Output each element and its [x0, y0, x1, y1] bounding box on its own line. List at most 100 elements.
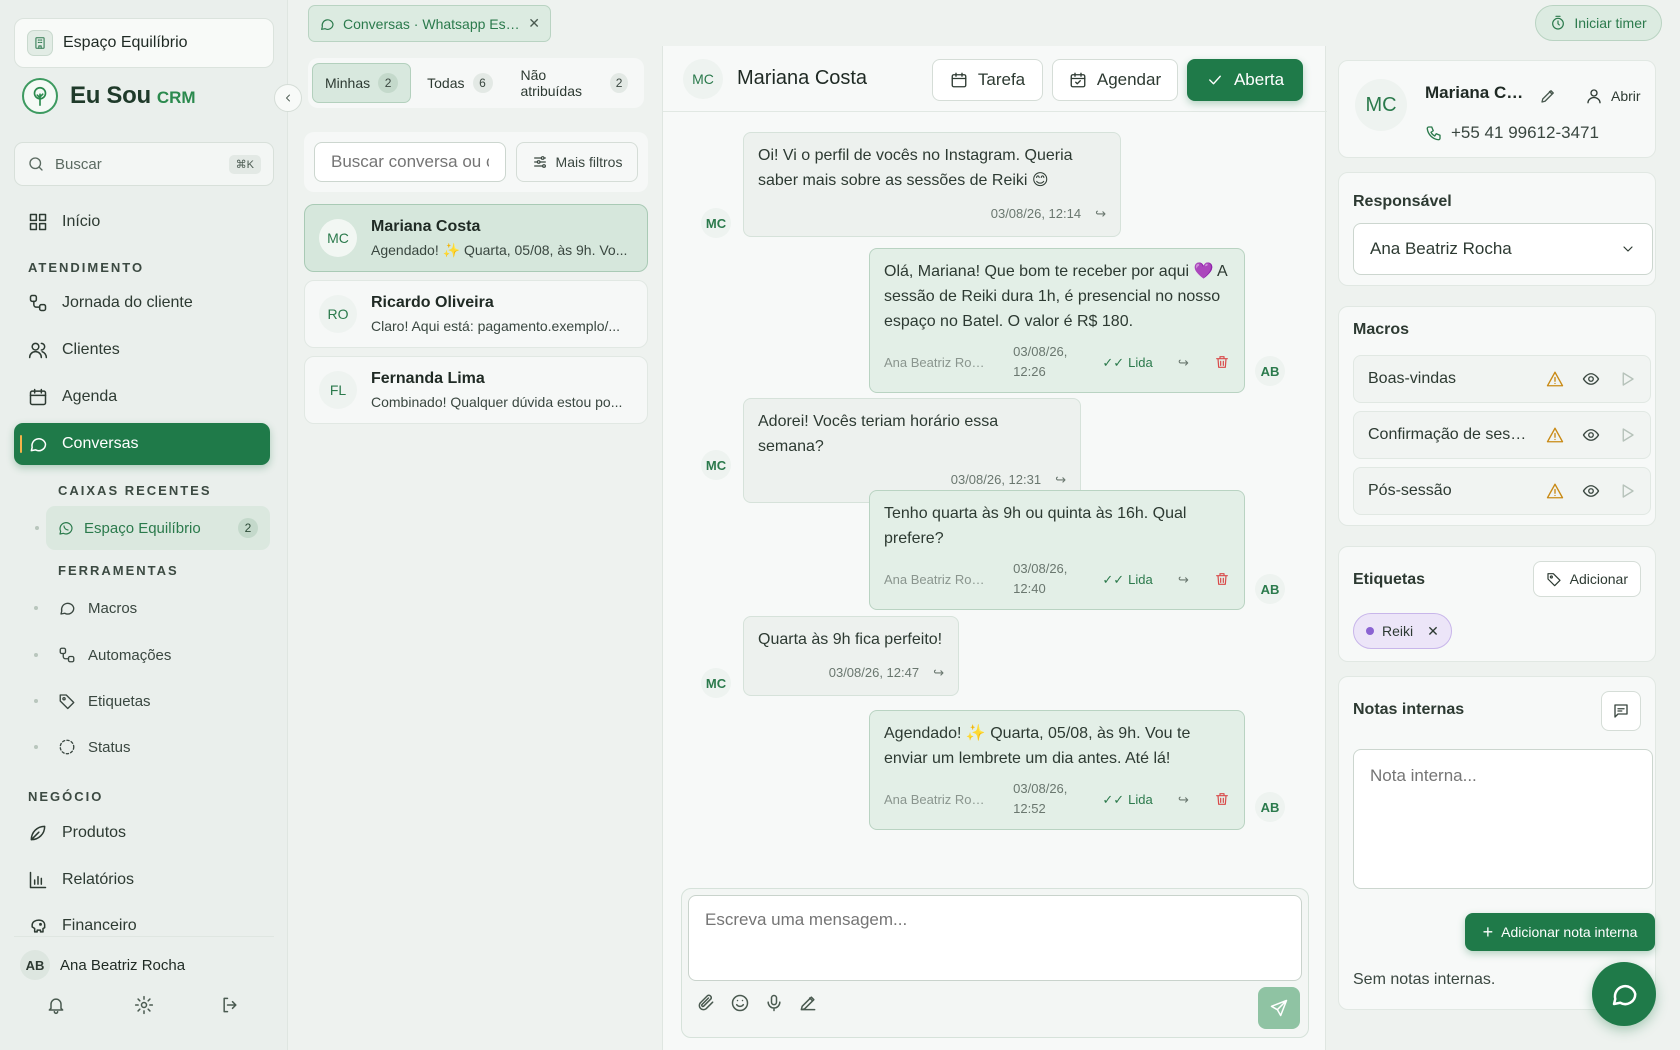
recent-inbox-item[interactable]: Espaço Equilíbrio 2	[46, 506, 270, 550]
macro-label: Boas-vindas	[1368, 370, 1457, 387]
message-date: 03/08/26,	[1013, 561, 1068, 576]
forward-icon[interactable]: ↪	[933, 660, 944, 685]
open-contact-button[interactable]: Abrir	[1585, 87, 1641, 105]
nav-agenda[interactable]: Agenda	[14, 376, 270, 418]
eye-icon[interactable]	[1582, 370, 1600, 388]
responsible-card: Responsável Ana Beatriz Rocha	[1338, 172, 1656, 286]
message-outgoing: Tenho quarta às 9h ou quinta às 16h. Qua…	[869, 490, 1245, 610]
filter-unassigned[interactable]: Não atribuídas 2	[509, 63, 641, 103]
check-icon	[1209, 75, 1221, 85]
message-incoming: Quarta às 9h fica perfeito! 03/08/26, 12…	[743, 616, 959, 696]
macro-label: Confirmação de sess...	[1368, 426, 1528, 443]
play-icon[interactable]	[1618, 370, 1636, 388]
message-outgoing: Olá, Mariana! Que bom te receber por aqu…	[869, 248, 1245, 393]
gear-icon[interactable]	[134, 995, 154, 1015]
macro-item[interactable]: Pós-sessão	[1353, 467, 1651, 515]
emoji-icon[interactable]	[730, 993, 750, 1013]
macros-title: Macros	[1353, 321, 1410, 338]
trash-icon[interactable]	[1214, 354, 1230, 370]
bullet-dot	[34, 745, 38, 749]
nav-label: Produtos	[62, 824, 127, 841]
add-internal-note-button[interactable]: + Adicionar nota interna	[1465, 913, 1655, 951]
filter-mine[interactable]: Minhas 2	[312, 63, 412, 103]
notes-toggle-button[interactable]	[1601, 691, 1641, 731]
support-chat-button[interactable]	[1592, 962, 1656, 1026]
play-icon[interactable]	[1618, 426, 1636, 444]
tool-automations[interactable]: Automações	[34, 637, 171, 673]
nav-customer-journey[interactable]: Jornada do cliente	[14, 282, 270, 324]
close-icon[interactable]: ✕	[528, 15, 540, 32]
nav-reports[interactable]: Relatórios	[14, 859, 270, 901]
divider	[14, 936, 274, 937]
nav-clients[interactable]: Clientes	[14, 329, 270, 371]
nav-conversations[interactable]: Conversas	[14, 423, 270, 465]
conversation-name: Ricardo Oliveira	[371, 294, 494, 311]
forward-icon[interactable]: ↪	[1178, 787, 1189, 812]
forward-icon[interactable]: ↪	[1178, 567, 1189, 592]
add-tag-button[interactable]: Adicionar	[1532, 561, 1641, 597]
message-text: Oi! Vi o perfil de vocês no Instagram. Q…	[758, 147, 1073, 189]
forward-icon[interactable]: ↪	[1055, 467, 1066, 492]
macro-item[interactable]: Confirmação de sess...	[1353, 411, 1651, 459]
forward-icon[interactable]: ↪	[1095, 201, 1106, 226]
internal-note-input[interactable]	[1353, 749, 1653, 889]
conversation-search-input[interactable]	[314, 142, 506, 182]
workspace-switcher[interactable]: Espaço Equilíbrio	[14, 18, 274, 68]
forward-icon[interactable]: ↪	[1178, 350, 1189, 375]
message-time: 03/08/26, 12:47	[828, 665, 920, 680]
trash-icon[interactable]	[1214, 571, 1230, 587]
tag-label: Reiki	[1382, 623, 1414, 639]
start-timer-button[interactable]: Iniciar timer	[1535, 5, 1662, 41]
pen-icon[interactable]	[798, 993, 818, 1013]
status-label: Aberta	[1233, 70, 1285, 89]
nav-finance[interactable]: Financeiro	[14, 905, 270, 947]
section-tools: FERRAMENTAS	[58, 563, 179, 578]
leaf-icon	[30, 825, 46, 841]
microphone-icon[interactable]	[764, 993, 784, 1013]
task-button[interactable]: Tarefa	[932, 59, 1043, 101]
bullet-dot	[34, 606, 38, 610]
logout-icon[interactable]	[220, 995, 240, 1015]
global-search[interactable]: Buscar ⌘K	[14, 142, 274, 186]
more-filters-button[interactable]: Mais filtros	[516, 142, 638, 182]
bell-icon[interactable]	[46, 995, 66, 1015]
nav-products[interactable]: Produtos	[14, 812, 270, 854]
message-input[interactable]	[688, 895, 1302, 981]
tool-status[interactable]: Status	[34, 729, 131, 765]
responsible-title: Responsável	[1353, 193, 1452, 210]
section-recent-inboxes: CAIXAS RECENTES	[58, 483, 212, 498]
conversation-item[interactable]: RO Ricardo Oliveira Claro! Aqui está: pag…	[304, 280, 648, 348]
edit-pencil-icon[interactable]	[1539, 87, 1557, 105]
conversation-item[interactable]: MC Mariana Costa Agendado! ✨ Quarta, 05/0…	[304, 204, 648, 272]
responsible-value: Ana Beatriz Rocha	[1370, 239, 1512, 258]
bar-chart-icon	[29, 871, 47, 889]
trash-icon[interactable]	[1214, 791, 1230, 807]
send-button[interactable]	[1258, 987, 1300, 1029]
start-timer-label: Iniciar timer	[1574, 15, 1647, 31]
paperclip-icon[interactable]	[696, 993, 716, 1013]
message-sender: Ana Beatriz Roc...	[884, 354, 988, 370]
status-open-button[interactable]: Aberta	[1187, 59, 1303, 101]
building-icon	[27, 30, 53, 56]
filter-all[interactable]: Todas 6	[415, 63, 504, 103]
message-sender: Ana Beatriz Roc...	[884, 571, 988, 587]
tool-macros[interactable]: Macros	[34, 590, 137, 626]
eye-icon[interactable]	[1582, 482, 1600, 500]
filter-label: Minhas	[325, 75, 371, 91]
tool-tags[interactable]: Etiquetas	[34, 683, 151, 719]
tool-label: Automações	[88, 646, 172, 664]
tab-conversations-whatsapp[interactable]: Conversas · Whatsapp Es… ✕	[308, 5, 551, 42]
read-label: Lida	[1128, 791, 1153, 807]
play-icon[interactable]	[1618, 482, 1636, 500]
current-user[interactable]: AB Ana Beatriz Rocha	[20, 950, 185, 980]
nav-label: Clientes	[62, 341, 120, 358]
message-hour: 12:26	[1013, 364, 1046, 379]
nav-home[interactable]: Início	[14, 201, 270, 243]
eye-icon[interactable]	[1582, 426, 1600, 444]
remove-tag-icon[interactable]: ✕	[1427, 623, 1439, 640]
schedule-button[interactable]: Agendar	[1052, 59, 1178, 101]
collapse-sidebar-button[interactable]	[274, 84, 302, 112]
responsible-select[interactable]: Ana Beatriz Rocha	[1353, 223, 1653, 275]
conversation-item[interactable]: FL Fernanda Lima Combinado! Qualquer dúvi…	[304, 356, 648, 424]
macro-item[interactable]: Boas-vindas	[1353, 355, 1651, 403]
